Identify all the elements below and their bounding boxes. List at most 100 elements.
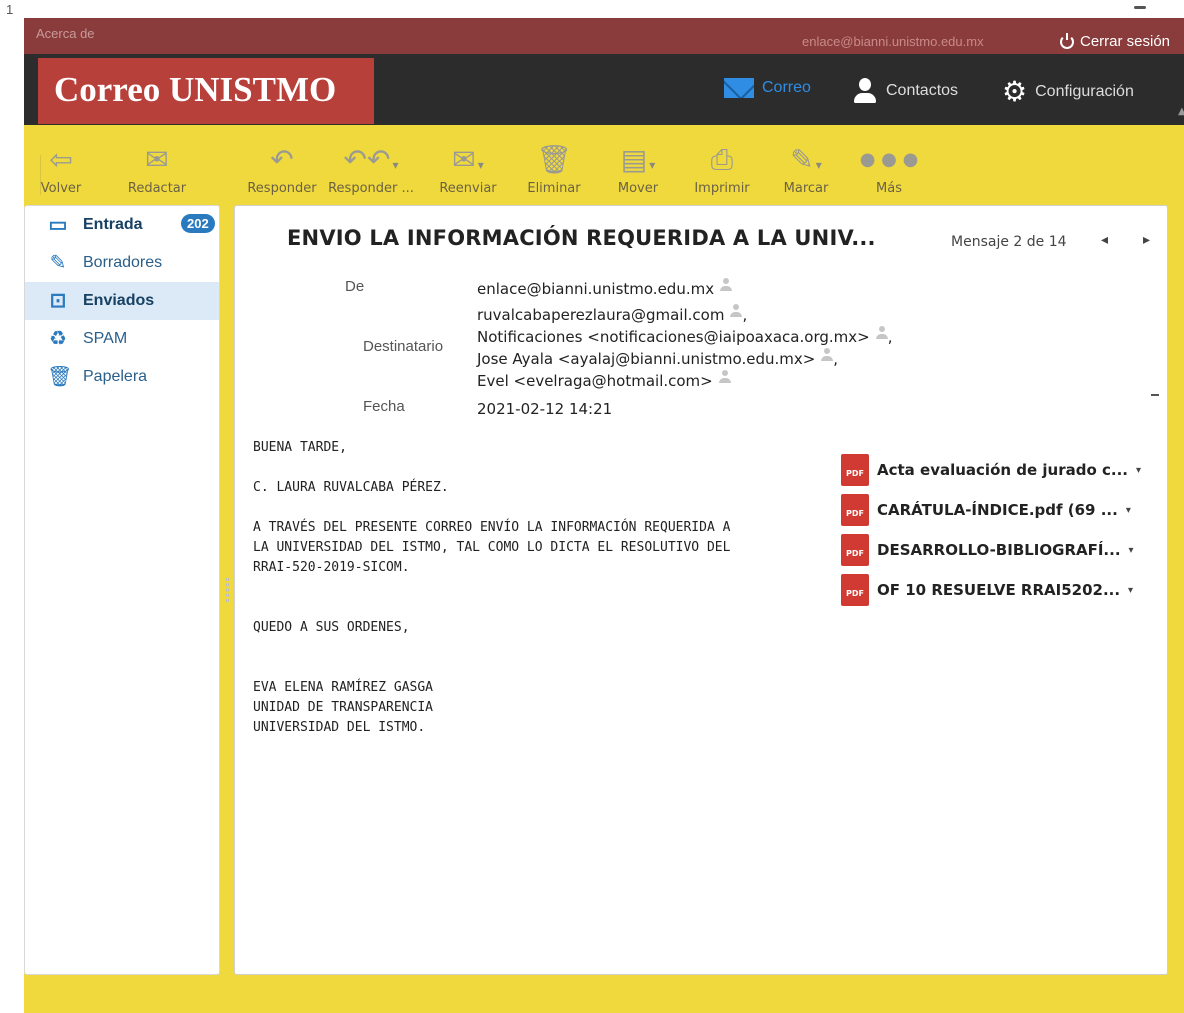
forward-button[interactable]: ✉ ▾ Reenviar bbox=[426, 143, 510, 203]
forward-icon: ✉ ▾ bbox=[452, 143, 484, 176]
folder-drafts[interactable]: ✎ Borradores bbox=[25, 244, 219, 282]
logout-button[interactable]: Cerrar sesión bbox=[1060, 32, 1171, 50]
nav-overflow-icon[interactable]: ▲ bbox=[1178, 106, 1184, 117]
move-button[interactable]: ▤ ▾ Mover bbox=[600, 143, 676, 203]
attachment-item[interactable]: PDF DESARROLLO-BIBLIOGRAFÍ... ▾ bbox=[841, 530, 1147, 570]
more-button[interactable]: ● ● ● Más bbox=[856, 143, 922, 203]
folder-trash-label: Papelera bbox=[83, 368, 148, 385]
attachment-item[interactable]: PDF OF 10 RESUELVE RRAI5202... ▾ bbox=[841, 570, 1147, 610]
from-address: enlace@bianni.unistmo.edu.mx bbox=[477, 278, 733, 298]
next-message-icon[interactable]: ▸ bbox=[1143, 232, 1150, 248]
message-view: ENVIO LA INFORMACIÓN REQUERIDA A LA UNIV… bbox=[234, 205, 1168, 975]
pane-resize-handle[interactable] bbox=[226, 578, 229, 602]
chevron-down-icon[interactable]: ▾ bbox=[1129, 545, 1134, 556]
recipient-address-text[interactable]: Notificaciones <notificaciones@iaipoaxac… bbox=[477, 328, 870, 346]
recipient-address-text[interactable]: Jose Ayala <ayalaj@bianni.unistmo.edu.mx… bbox=[477, 350, 815, 368]
message-subject: ENVIO LA INFORMACIÓN REQUERIDA A LA UNIV… bbox=[287, 226, 876, 250]
pdf-icon: PDF bbox=[841, 574, 869, 606]
print-label: Imprimir bbox=[694, 181, 750, 196]
sent-icon: ⊡ bbox=[49, 290, 67, 312]
attachment-item[interactable]: PDF CARÁTULA-ÍNDICE.pdf (69 ... ▾ bbox=[841, 490, 1147, 530]
app-logo[interactable]: Correo UNISTMO bbox=[38, 58, 374, 124]
from-label: De bbox=[345, 278, 365, 295]
app-header: Correo UNISTMO Correo Contactos ⚙ Config… bbox=[24, 54, 1184, 125]
recipient-address-text[interactable]: ruvalcabaperezlaura@gmail.com bbox=[477, 306, 724, 324]
folder-sent[interactable]: ⊡ Enviados bbox=[25, 282, 219, 320]
attachment-name: CARÁTULA-ÍNDICE.pdf (69 ... bbox=[877, 501, 1118, 519]
add-contact-icon[interactable] bbox=[875, 326, 888, 340]
scan-mark bbox=[1134, 6, 1146, 9]
power-icon bbox=[1060, 32, 1074, 49]
add-contact-icon[interactable] bbox=[720, 278, 733, 292]
folder-sent-label: Enviados bbox=[83, 292, 155, 309]
unread-badge: 202 bbox=[181, 214, 215, 233]
reply-icon: ↶ bbox=[270, 143, 294, 176]
recipient-address-text[interactable]: Evel <evelraga@hotmail.com> bbox=[477, 372, 713, 390]
message-counter: Mensaje 2 de 14 bbox=[951, 234, 1067, 250]
move-label: Mover bbox=[617, 181, 659, 196]
chevron-down-icon[interactable]: ▾ bbox=[649, 158, 655, 172]
reply-all-label: Responder ... bbox=[328, 181, 414, 196]
print-button[interactable]: ⎙ Imprimir bbox=[682, 143, 762, 203]
date-label: Fecha bbox=[363, 398, 405, 415]
nav-contacts-label: Contactos bbox=[886, 82, 959, 99]
add-contact-icon[interactable] bbox=[718, 370, 731, 384]
back-button[interactable]: ⇦ Volver bbox=[28, 143, 94, 203]
user-email: enlace@bianni.unistmo.edu.mx bbox=[802, 34, 984, 49]
compose-button[interactable]: ✉ Redactar bbox=[114, 143, 200, 203]
delete-label: Eliminar bbox=[527, 181, 581, 196]
add-contact-icon[interactable] bbox=[821, 348, 834, 362]
chevron-down-icon[interactable]: ▾ bbox=[816, 158, 822, 172]
recipient-address: Notificaciones <notificaciones@iaipoaxac… bbox=[477, 326, 893, 346]
trash-icon: 🗑 bbox=[47, 366, 73, 388]
folder-drafts-label: Borradores bbox=[83, 254, 163, 271]
previous-message-icon[interactable]: ◂ bbox=[1101, 232, 1108, 248]
print-icon: ⎙ bbox=[710, 143, 734, 176]
attachment-name: OF 10 RESUELVE RRAI5202... bbox=[877, 581, 1121, 599]
chevron-down-icon[interactable]: ▾ bbox=[478, 158, 484, 172]
logout-label: Cerrar sesión bbox=[1080, 33, 1171, 50]
person-icon bbox=[852, 78, 878, 104]
folder-spam[interactable]: ♻ SPAM bbox=[25, 320, 219, 358]
top-bar: Acerca de enlace@bianni.unistmo.edu.mx C… bbox=[24, 18, 1184, 54]
header-toggle-icon[interactable] bbox=[1151, 394, 1159, 396]
recipient-address: Evel <evelraga@hotmail.com> bbox=[477, 370, 1037, 392]
chevron-down-icon[interactable]: ▾ bbox=[1128, 585, 1133, 596]
pdf-icon: PDF bbox=[841, 534, 869, 566]
about-link[interactable]: Acerca de bbox=[36, 26, 95, 41]
nav-mail-label: Correo bbox=[762, 79, 811, 96]
mark-pencil-icon: ✎ ▾ bbox=[790, 143, 822, 176]
delete-button[interactable]: 🗑 Eliminar bbox=[514, 143, 594, 203]
attachment-name: Acta evaluación de jurado c... bbox=[877, 461, 1128, 479]
nav-contacts[interactable]: Contactos bbox=[852, 78, 958, 104]
move-folder-icon: ▤ ▾ bbox=[620, 143, 656, 176]
reply-all-button[interactable]: ↶↶ ▾ Responder ... bbox=[324, 143, 418, 203]
forward-label: Reenviar bbox=[439, 181, 497, 196]
more-dots-icon: ● ● ● bbox=[859, 149, 919, 170]
trash-icon: 🗑 bbox=[536, 143, 572, 176]
gear-icon: ⚙ bbox=[1002, 76, 1028, 107]
page-number: 1 bbox=[6, 2, 14, 17]
attachment-item[interactable]: PDF Acta evaluación de jurado c... ▾ bbox=[841, 450, 1147, 490]
compose-label: Redactar bbox=[127, 181, 187, 196]
nav-mail[interactable]: Correo bbox=[724, 78, 811, 98]
chevron-down-icon[interactable]: ▾ bbox=[1136, 465, 1141, 476]
chevron-down-icon[interactable]: ▾ bbox=[392, 158, 398, 172]
mark-button[interactable]: ✎ ▾ Marcar bbox=[768, 143, 844, 203]
folder-trash[interactable]: 🗑 Papelera bbox=[25, 358, 219, 396]
nav-settings[interactable]: ⚙ Configuración bbox=[1002, 78, 1134, 106]
back-label: Volver bbox=[40, 181, 82, 196]
from-address-text[interactable]: enlace@bianni.unistmo.edu.mx bbox=[477, 280, 714, 298]
pdf-icon: PDF bbox=[841, 454, 869, 486]
spam-icon: ♻ bbox=[49, 328, 67, 350]
more-label: Más bbox=[876, 181, 902, 196]
reply-button[interactable]: ↶ Responder bbox=[242, 143, 322, 203]
attachment-list: PDF Acta evaluación de jurado c... ▾ PDF… bbox=[841, 450, 1147, 610]
add-contact-icon[interactable] bbox=[730, 304, 743, 318]
webmail-window: Acerca de enlace@bianni.unistmo.edu.mx C… bbox=[24, 18, 1184, 1013]
folder-inbox[interactable]: ▭ Entrada 202 bbox=[25, 206, 219, 244]
reply-label: Responder bbox=[247, 181, 317, 196]
folder-spam-label: SPAM bbox=[83, 330, 128, 347]
reply-all-icon: ↶↶ ▾ bbox=[343, 143, 399, 176]
chevron-down-icon[interactable]: ▾ bbox=[1126, 505, 1131, 516]
